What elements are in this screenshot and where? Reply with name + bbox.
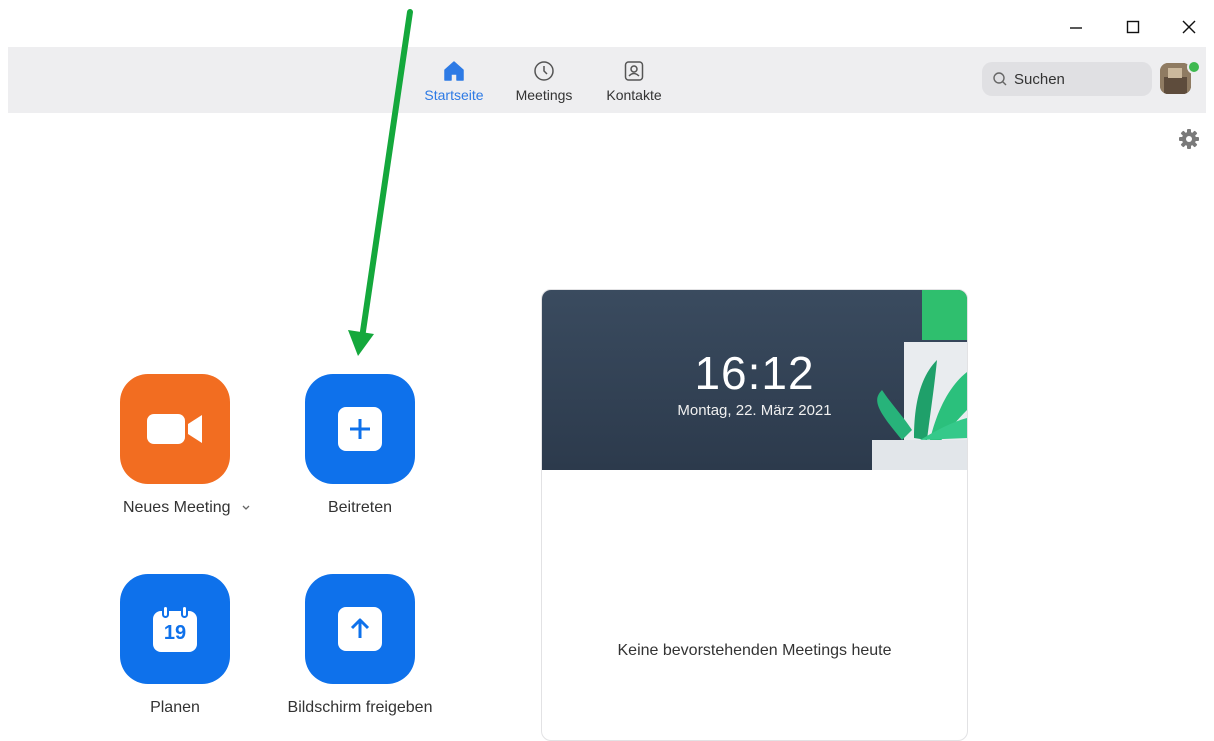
current-time: 16:12 [694,347,815,399]
schedule-button[interactable]: 19 [120,574,230,684]
search-placeholder: Suchen [1014,70,1065,88]
settings-button[interactable] [1176,126,1202,152]
upload-arrow-icon [338,607,382,651]
video-camera-icon [147,414,202,444]
minimize-button[interactable] [1058,10,1094,44]
tab-meetings[interactable]: Meetings [504,59,584,103]
new-meeting-button[interactable] [120,374,230,484]
tab-startseite-label: Startseite [424,87,484,103]
maximize-icon [1126,20,1140,34]
tab-kontakte-label: Kontakte [606,87,662,103]
top-nav-bar: Startseite Meetings Kontakte Suchen [8,47,1206,113]
contact-card-icon [624,61,644,81]
plus-icon [338,407,382,451]
new-meeting-label: Neues Meeting [122,499,231,517]
meeting-card-header: 16:12 Montag, 22. März 2021 [542,290,967,470]
maximize-button[interactable] [1115,10,1151,44]
share-screen-label: Bildschirm freigeben [287,699,433,716]
close-button[interactable] [1171,10,1207,44]
current-date: Montag, 22. März 2021 [677,402,832,419]
tab-startseite[interactable]: Startseite [414,59,494,103]
tab-meetings-label: Meetings [515,87,573,103]
join-label: Beitreten [327,499,393,516]
home-icon [444,61,464,81]
no-meetings-message: Keine bevorstehenden Meetings heute [617,642,892,659]
close-icon [1182,20,1196,34]
join-button[interactable] [305,374,415,484]
tab-kontakte[interactable]: Kontakte [594,59,674,103]
minimize-icon [1070,27,1082,29]
search-icon [993,72,1007,86]
share-screen-button[interactable] [305,574,415,684]
online-status-dot [1187,60,1201,74]
calendar-day: 19 [163,622,187,644]
clock-icon [534,61,554,81]
gear-icon [1179,129,1199,149]
meeting-card: 16:12 Montag, 22. März 2021 Keine bevors… [541,289,968,741]
calendar-icon: 19 [152,605,198,653]
schedule-label: Planen [150,699,200,716]
new-meeting-label-row: Neues Meeting [112,499,262,517]
search-input[interactable]: Suchen [982,62,1152,96]
chevron-down-icon[interactable] [241,499,251,517]
